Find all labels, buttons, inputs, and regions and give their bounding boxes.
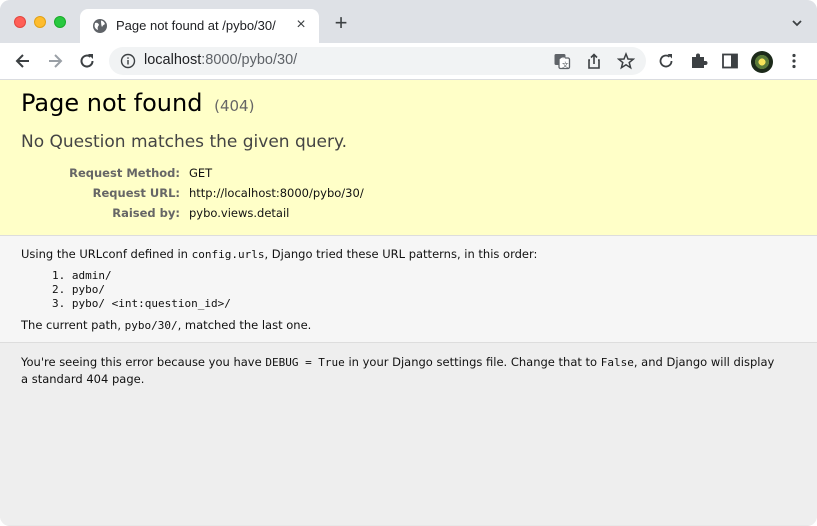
explanation-text: You're seeing this error because you hav…: [21, 354, 781, 387]
tab-strip: Page not found at /pybo/30/ × +: [0, 0, 817, 43]
meta-label: Request Method:: [69, 166, 180, 180]
profile-avatar[interactable]: [751, 51, 773, 73]
meta-value: GET: [189, 166, 213, 180]
debug-explanation: You're seeing this error because you hav…: [0, 343, 817, 525]
explanation-part: You're seeing this error because you hav…: [21, 355, 266, 369]
pattern-number: 1.: [52, 269, 66, 282]
request-meta-table: Request Method: GET Request URL: http://…: [0, 166, 817, 226]
tab-active[interactable]: Page not found at /pybo/30/ ×: [80, 9, 319, 43]
debug-setting: DEBUG = True: [265, 356, 345, 369]
pattern-number: 3.: [52, 297, 66, 310]
urlconf-intro-text: Using the URLconf defined in: [21, 247, 192, 261]
page-title: Page not found (404): [21, 89, 254, 117]
browser-window: Page not found at /pybo/30/ × + localhos…: [0, 0, 817, 526]
close-window-button[interactable]: [14, 16, 26, 28]
back-arrow-icon[interactable]: [13, 51, 33, 71]
reload-icon[interactable]: [77, 51, 97, 71]
current-path-text-after: , matched the last one.: [177, 318, 312, 332]
bookmark-star-icon[interactable]: [617, 52, 635, 70]
globe-icon: [93, 19, 107, 33]
svg-text:文: 文: [562, 60, 569, 69]
meta-value: pybo.views.detail: [189, 206, 290, 220]
urlconf-info: Using the URLconf defined in config.urls…: [0, 236, 817, 343]
meta-row-request-method: Request Method: GET: [0, 166, 817, 186]
meta-label: Raised by:: [112, 206, 180, 220]
url-host: localhost: [144, 52, 202, 68]
pattern-text: pybo/ <int:question_id>/: [71, 297, 231, 310]
side-panel-icon[interactable]: [720, 51, 740, 71]
page-content: Page not found (404) No Question matches…: [0, 80, 817, 526]
meta-value: http://localhost:8000/pybo/30/: [189, 186, 364, 200]
extensions-puzzle-icon[interactable]: [689, 51, 709, 71]
url-pattern-list: 1. admin/ 2. pybo/ 3. pybo/ <int:questio…: [52, 269, 231, 311]
urlconf-module: config.urls: [191, 248, 265, 261]
list-item: 1. admin/: [52, 269, 231, 283]
page-title-text: Page not found: [21, 89, 203, 117]
reload-extension-icon[interactable]: [656, 51, 676, 71]
meta-row-raised-by: Raised by: pybo.views.detail: [0, 206, 817, 226]
current-path-text: The current path,: [21, 318, 125, 332]
url-text[interactable]: localhost:8000/pybo/30/: [144, 52, 297, 68]
pattern-text: pybo/: [71, 283, 105, 296]
new-tab-button[interactable]: +: [332, 12, 350, 34]
site-info-icon[interactable]: [120, 53, 136, 69]
current-path-note: The current path, pybo/30/, matched the …: [21, 318, 311, 332]
more-menu-icon[interactable]: [784, 51, 804, 71]
browser-toolbar: localhost:8000/pybo/30/ G 文: [0, 43, 817, 80]
list-item: 2. pybo/: [52, 283, 231, 297]
urlconf-intro-text-after: , Django tried these URL patterns, in th…: [264, 247, 538, 261]
list-item: 3. pybo/ <int:question_id>/: [52, 297, 231, 311]
share-icon[interactable]: [585, 52, 603, 70]
meta-row-request-url: Request URL: http://localhost:8000/pybo/…: [0, 186, 817, 206]
explanation-part: in your Django settings file. Change tha…: [344, 355, 601, 369]
pattern-number: 2.: [52, 283, 66, 296]
tab-close-icon[interactable]: ×: [293, 17, 309, 33]
error-summary: Page not found (404) No Question matches…: [0, 80, 817, 236]
meta-label: Request URL:: [92, 186, 180, 200]
address-bar[interactable]: localhost:8000/pybo/30/ G 文: [109, 47, 646, 75]
tab-title: Page not found at /pybo/30/: [116, 18, 276, 33]
chevron-down-icon[interactable]: [791, 17, 803, 29]
exception-message: No Question matches the given query.: [21, 132, 348, 152]
status-code: (404): [214, 97, 255, 115]
current-path: pybo/30/: [124, 319, 178, 332]
translate-icon[interactable]: G 文: [553, 52, 571, 70]
maximize-window-button[interactable]: [54, 16, 66, 28]
urlconf-intro: Using the URLconf defined in config.urls…: [21, 247, 537, 261]
forward-arrow-icon[interactable]: [45, 51, 65, 71]
url-path: :8000/pybo/30/: [201, 52, 298, 68]
pattern-text: admin/: [71, 269, 112, 282]
minimize-window-button[interactable]: [34, 16, 46, 28]
false-value: False: [600, 356, 634, 369]
